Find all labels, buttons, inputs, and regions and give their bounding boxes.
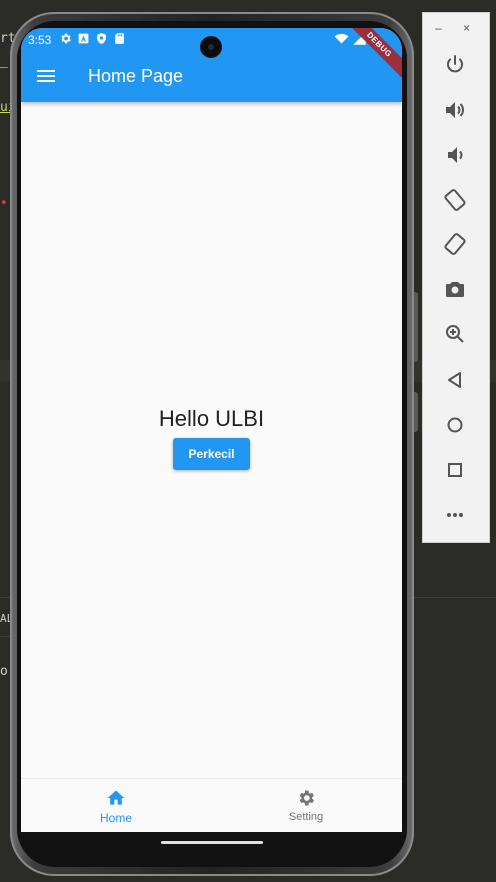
- menu-icon-bar: [37, 80, 55, 82]
- front-camera: [200, 36, 222, 58]
- shield-status-icon: [95, 32, 108, 45]
- rotate-right-icon[interactable]: [443, 232, 467, 256]
- volume-up-icon[interactable]: [443, 98, 467, 122]
- home-circle-icon[interactable]: [443, 413, 467, 437]
- page-title: Home Page: [88, 66, 184, 86]
- minimize-button[interactable]: –: [435, 21, 442, 35]
- nav-label-setting: Setting: [288, 811, 324, 823]
- phone-side-button[interactable]: [414, 392, 418, 432]
- greeting-text: Hello ULBI: [158, 406, 265, 431]
- gesture-home-indicator[interactable]: [161, 841, 263, 844]
- main-content: Hello ULBI Perkecil: [21, 102, 402, 778]
- a-status-icon: [77, 32, 90, 45]
- nav-item-home[interactable]: Home: [21, 779, 211, 832]
- desktop: rt – ui • AL or 3:53 DEBUG Home Page Hel…: [0, 0, 496, 882]
- phone-side-button[interactable]: [414, 292, 418, 362]
- status-time: 3:53: [28, 33, 52, 47]
- back-icon[interactable]: [443, 368, 467, 392]
- menu-button[interactable]: [33, 64, 59, 88]
- volume-down-icon[interactable]: [443, 143, 467, 167]
- nav-item-setting[interactable]: Setting: [211, 779, 401, 832]
- editor-marker: •: [0, 196, 8, 211]
- menu-icon-bar: [37, 75, 55, 77]
- menu-icon-bar: [37, 70, 55, 72]
- app-bar: 3:53 DEBUG Home Page: [21, 28, 402, 102]
- status-icons-left: [59, 32, 126, 45]
- wifi-icon: [334, 31, 349, 51]
- settings-status-icon: [59, 32, 72, 45]
- home-icon: [106, 788, 126, 808]
- nav-label-home: Home: [99, 811, 132, 825]
- phone-screen: 3:53 DEBUG Home Page Hello ULBI Perkecil…: [21, 28, 402, 832]
- rotate-left-icon[interactable]: [443, 188, 467, 212]
- perkecil-button[interactable]: Perkecil: [173, 438, 250, 470]
- sd-card-status-icon: [113, 32, 126, 45]
- bottom-navigation: Home Setting: [21, 778, 402, 832]
- power-icon[interactable]: [443, 53, 467, 77]
- emulator-toolbar: – ×: [422, 12, 490, 543]
- more-icon[interactable]: [443, 503, 467, 527]
- overview-icon[interactable]: [443, 458, 467, 482]
- close-button[interactable]: ×: [463, 21, 470, 35]
- zoom-icon[interactable]: [443, 322, 467, 346]
- settings-icon: [296, 788, 316, 808]
- camera-icon[interactable]: [443, 277, 467, 301]
- editor-text-fragment: –: [0, 60, 8, 75]
